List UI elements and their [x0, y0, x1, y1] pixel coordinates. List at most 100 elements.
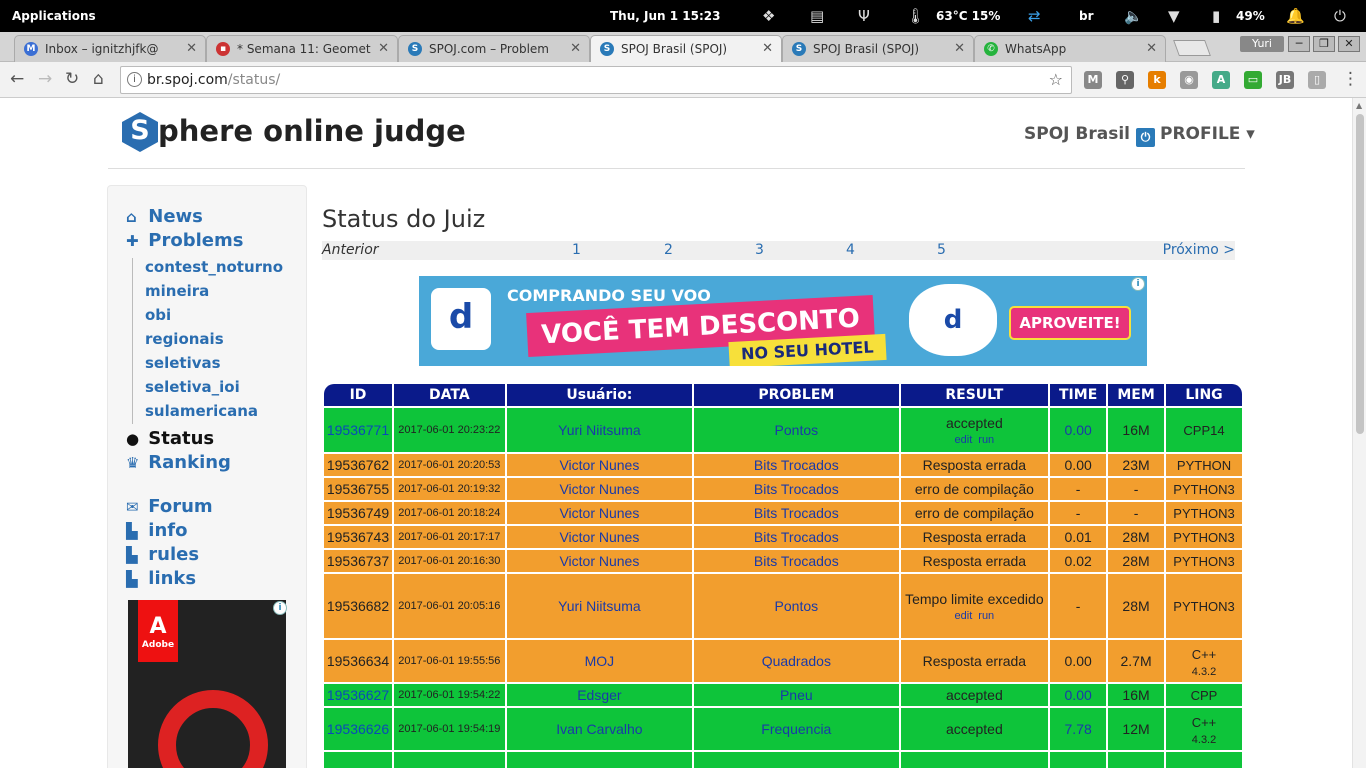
problem-link[interactable]: Bits Trocados: [754, 505, 839, 521]
problem-link[interactable]: Pneu: [780, 687, 813, 703]
pager-page-5[interactable]: 5: [937, 242, 946, 258]
problem-link[interactable]: Quadrados: [762, 653, 831, 669]
ad-banner[interactable]: d COMPRANDO SEU VOO VOCÊ TEM DESCONTO NO…: [419, 276, 1147, 366]
pager-page-2[interactable]: 2: [664, 242, 673, 258]
tab-whatsapp[interactable]: ✆ WhatsApp ✕: [974, 35, 1166, 62]
trident-icon[interactable]: Ψ: [858, 7, 870, 25]
edit-link[interactable]: edit: [955, 610, 973, 622]
col-problem[interactable]: PROBLEM: [694, 384, 899, 406]
minimize-button[interactable]: ─: [1288, 36, 1310, 52]
submission-id[interactable]: 19536626: [327, 721, 389, 737]
sidebar-ad[interactable]: A Adobe: [128, 600, 286, 768]
col-id[interactable]: ID: [324, 384, 392, 406]
close-window-button[interactable]: ✕: [1338, 36, 1360, 52]
nav-rules[interactable]: ▙ rules: [126, 544, 199, 565]
submission-id[interactable]: 19536682: [327, 598, 389, 614]
submission-id[interactable]: 19536771: [327, 422, 389, 438]
pager-page-3[interactable]: 3: [755, 242, 764, 258]
close-tab-icon[interactable]: ✕: [570, 41, 581, 56]
nav-info[interactable]: ▙ info: [126, 520, 187, 541]
run-link[interactable]: run: [978, 610, 994, 622]
problem-link[interactable]: Bits Trocados: [754, 529, 839, 545]
close-tab-icon[interactable]: ✕: [762, 41, 773, 56]
reload-icon[interactable]: ↻: [65, 69, 79, 89]
problem-link[interactable]: Bits Trocados: [754, 457, 839, 473]
submission-id[interactable]: 19536762: [327, 457, 389, 473]
user-link[interactable]: Edsger: [577, 687, 621, 703]
col-date[interactable]: DATA: [393, 384, 505, 406]
close-tab-icon[interactable]: ✕: [186, 41, 197, 56]
location-extension-icon[interactable]: ⚲: [1116, 71, 1134, 89]
problem-link[interactable]: Bits Trocados: [754, 481, 839, 497]
col-user[interactable]: Usuário:: [506, 384, 693, 406]
tab-inbox[interactable]: M Inbox – ignitzhjfk@ ✕: [14, 35, 206, 62]
problem-link[interactable]: Pontos: [775, 598, 819, 614]
teamviewer-icon[interactable]: ⇄: [1028, 7, 1041, 25]
brand-link[interactable]: SPOJ Brasil: [1024, 124, 1130, 144]
submission-id[interactable]: 19536755: [327, 481, 389, 497]
submission-id[interactable]: 19536749: [327, 505, 389, 521]
page-scrollbar[interactable]: ▲: [1352, 98, 1366, 768]
nav-ranking[interactable]: ♛ Ranking: [126, 452, 231, 473]
address-bar[interactable]: i br.spoj.com/status/ ☆: [120, 66, 1072, 94]
run-time[interactable]: 7.78: [1065, 721, 1092, 737]
nav-news[interactable]: ⌂ News: [126, 206, 203, 227]
pager-page-4[interactable]: 4: [846, 242, 855, 258]
nav-sulamericana[interactable]: sulamericana: [145, 402, 258, 420]
user-link[interactable]: Victor Nunes: [559, 481, 639, 497]
col-time[interactable]: TIME: [1050, 384, 1107, 406]
back-icon[interactable]: ←: [10, 69, 24, 89]
user-link[interactable]: Victor Nunes: [559, 505, 639, 521]
pager-prev[interactable]: Anterior: [322, 242, 379, 258]
tab-spoj-brasil[interactable]: S SPOJ Brasil (SPOJ) ✕: [782, 35, 974, 62]
user-link[interactable]: Yuri Niitsuma: [558, 598, 640, 614]
adchoices-icon[interactable]: i: [1131, 277, 1145, 291]
problem-link[interactable]: Pontos: [775, 422, 819, 438]
close-tab-icon[interactable]: ✕: [954, 41, 965, 56]
problem-link[interactable]: Frequencia: [761, 721, 831, 737]
scrollbar-thumb[interactable]: [1356, 114, 1364, 434]
tab-spoj-problem[interactable]: S SPOJ.com – Problem ✕: [398, 35, 590, 62]
camera-extension-icon[interactable]: ◉: [1180, 71, 1198, 89]
nav-obi[interactable]: obi: [145, 306, 171, 324]
run-time[interactable]: 0.00: [1065, 422, 1092, 438]
submission-id[interactable]: 19536743: [327, 529, 389, 545]
new-tab-button[interactable]: [1173, 40, 1211, 56]
user-link[interactable]: MOJ: [585, 653, 615, 669]
gmail-extension-icon[interactable]: M: [1084, 71, 1102, 89]
keyboard-layout[interactable]: br: [1079, 9, 1094, 23]
forward-icon[interactable]: →: [38, 69, 52, 89]
applications-menu[interactable]: Applications: [12, 9, 96, 23]
bookmark-star-icon[interactable]: ☆: [1049, 70, 1063, 89]
col-lang[interactable]: LING: [1166, 384, 1242, 406]
nav-regionais[interactable]: regionais: [145, 330, 224, 348]
problem-link[interactable]: Bits Trocados: [754, 553, 839, 569]
banner-cta-button[interactable]: APROVEITE!: [1009, 306, 1131, 340]
home-icon[interactable]: ⌂: [93, 69, 104, 89]
submission-id[interactable]: 19536627: [327, 687, 389, 703]
run-time[interactable]: 0.00: [1065, 687, 1092, 703]
maximize-button[interactable]: ❐: [1313, 36, 1335, 52]
user-link[interactable]: Victor Nunes: [559, 529, 639, 545]
col-result[interactable]: RESULT: [900, 384, 1049, 406]
user-link[interactable]: Victor Nunes: [559, 553, 639, 569]
pager-next[interactable]: Próximo >: [1163, 242, 1235, 258]
col-mem[interactable]: MEM: [1108, 384, 1164, 406]
nav-problems[interactable]: ✚ Problems: [126, 230, 243, 251]
submission-id[interactable]: 19536634: [327, 653, 389, 669]
submission-id[interactable]: 19536737: [327, 553, 389, 569]
user-link[interactable]: Ivan Carvalho: [556, 721, 642, 737]
site-info-icon[interactable]: i: [127, 72, 142, 87]
pager-page-1[interactable]: 1: [572, 242, 581, 258]
notification-bell-icon[interactable]: 🔔: [1286, 7, 1305, 25]
edit-link[interactable]: edit: [955, 434, 973, 446]
profile-menu[interactable]: ⏻ PROFILE ▾: [1136, 124, 1255, 147]
nav-links[interactable]: ▙ links: [126, 568, 196, 589]
nav-seletivas[interactable]: seletivas: [145, 354, 221, 372]
nav-contest-noturno[interactable]: contest_noturno: [145, 258, 283, 276]
doc-extension-icon[interactable]: ▯: [1308, 71, 1326, 89]
jb-extension-icon[interactable]: JB: [1276, 71, 1294, 89]
user-link[interactable]: Yuri Niitsuma: [558, 422, 640, 438]
profile-badge[interactable]: Yuri: [1240, 36, 1284, 52]
wifi-icon[interactable]: ▼: [1168, 7, 1180, 25]
